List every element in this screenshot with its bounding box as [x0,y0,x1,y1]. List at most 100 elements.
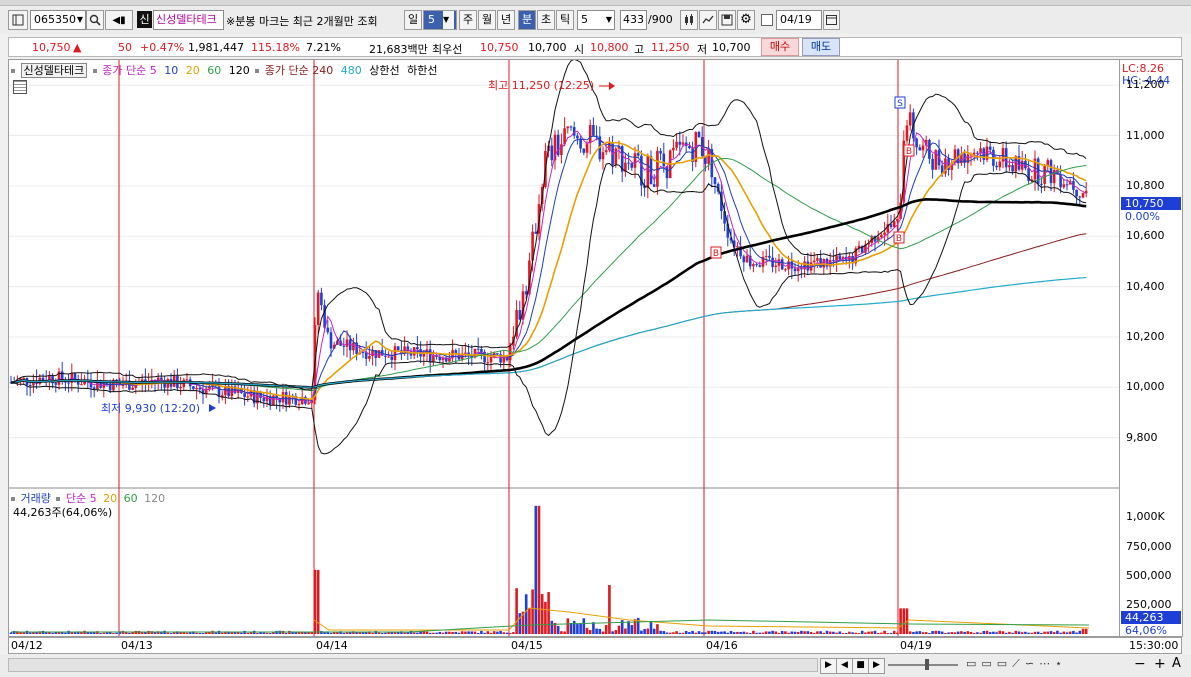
sell-button[interactable]: 매도 [802,38,840,56]
chart-panel[interactable]: B B B S 신성델타테크 종가 단순 5 10 20 60 120 종가 단순 2… [8,59,1120,637]
line-type-button[interactable] [699,10,717,30]
legend-checkbox[interactable] [11,69,15,73]
stop-button[interactable]: ■ [852,658,869,674]
candle-body [326,327,330,333]
volume-bar [220,632,224,634]
period-tick-button[interactable]: 틱 [556,10,574,30]
legend-ma-label[interactable]: 종가 단순 [102,64,146,77]
price-axis[interactable]: LC:8.26 HC:-4.44 11,200 11,000 10,800 10,60… [1120,59,1183,637]
interval-value: 5 [581,13,588,26]
count-value: 433 [623,13,644,26]
volume-bar [454,631,458,634]
period-month-button[interactable]: 월 [478,10,496,30]
count-input[interactable]: 433 [620,10,647,30]
volume-bar [736,631,739,634]
scroll-right-button[interactable]: ▶ [820,658,837,674]
zoom-slider-handle[interactable] [925,659,929,670]
interval-input[interactable]: 5 ▼ [577,10,615,30]
volume-bar [745,632,749,634]
period-minute-button[interactable]: 분 [518,10,536,30]
volume-bar [697,631,701,634]
volume-bar [1068,631,1072,634]
period-interval-select[interactable]: 5 ▼ [423,10,457,30]
search-button[interactable] [86,10,104,30]
volume-bar [262,632,266,634]
volume-bar [304,632,307,634]
first-page-button[interactable]: ◀ [836,658,853,674]
volume-bar [300,632,304,634]
volume-bar [470,631,474,634]
volume-bar [502,632,506,634]
legend-ma20: 20 [185,64,200,77]
layout-icon[interactable] [8,10,28,30]
volume-bar [1036,631,1040,634]
volume-bar [796,631,800,634]
zoom-in-icon[interactable]: + [1154,656,1166,672]
volume-bar [992,631,995,634]
save-button[interactable] [718,10,736,30]
speaker-button[interactable]: ◀▮ [105,10,133,30]
volume-bar [681,632,685,634]
legend-ma10: 10 [164,64,179,77]
volume-bar [649,621,653,634]
volume-bar [947,632,950,634]
tool-icons[interactable]: ▭▭▭⟋∽⋯⋆ [966,657,1067,671]
volume-bar [294,632,298,634]
candle-body [636,153,640,156]
last-page-button[interactable]: ▶ [868,658,885,674]
candle-body [297,404,301,406]
stock-code-input[interactable]: 065350 ▼ [30,10,86,30]
period-day-button[interactable]: 일 [404,10,422,30]
buy-button[interactable]: 매수 [761,38,799,56]
volume-bar [716,631,720,634]
candlestick-chart[interactable]: B B B S [9,60,1119,636]
volume-bar [844,633,848,634]
calendar-button[interactable] [823,10,840,30]
envelope-upper-line [10,60,1087,391]
candle-body [793,268,797,272]
volume-bar [272,632,275,634]
zoom-out-icon[interactable]: − [1134,656,1146,672]
high-label: 고 [634,43,645,56]
volume-bar [624,628,627,634]
font-size-icon[interactable]: A [1172,656,1181,671]
settings-button[interactable]: ⚙ [737,10,755,30]
stock-name-field[interactable]: 신성델타테크 [153,10,224,30]
volume-bar [956,631,960,634]
scroll-track[interactable] [8,658,818,672]
volume-bar [819,631,822,634]
volume-bar [643,629,646,634]
volume-bar [857,633,861,634]
chevron-down-icon[interactable]: ▼ [77,11,83,29]
volume-bar [876,632,880,634]
candle-body [508,345,512,361]
period-year-button[interactable]: 년 [497,10,515,30]
date-tick-label: 04/16 [706,639,738,652]
volume-bar [934,630,938,634]
volume-bar [598,628,602,634]
volume-bar [540,594,544,634]
candle-body [179,387,182,389]
grid-toggle-icon[interactable] [13,80,27,94]
volume-bar [320,631,323,634]
legend-dot [11,497,15,501]
zoom-slider[interactable] [888,664,958,666]
volume-bar [588,630,592,634]
volume-bar [284,632,288,634]
date-input[interactable]: 04/19 [776,10,822,30]
candle-body [60,371,64,380]
date-checkbox[interactable] [761,14,773,26]
candle-body [697,132,701,138]
volume-pct-tag: 64,06% [1125,624,1167,637]
period-second-button[interactable]: 초 [537,10,555,30]
legend-stock-name[interactable]: 신성델타테크 [20,63,88,78]
volume-bar [550,620,554,634]
price-tick-label: 11,000 [1126,128,1165,142]
volume-bar [198,632,202,634]
candle-type-button[interactable] [680,10,698,30]
chevron-down-icon[interactable]: ▼ [606,11,612,29]
volume-bar [742,631,746,634]
legend-ma2-label[interactable]: 종가 단순 [265,64,309,77]
period-week-button[interactable]: 주 [459,10,477,30]
candle-body [736,246,739,248]
